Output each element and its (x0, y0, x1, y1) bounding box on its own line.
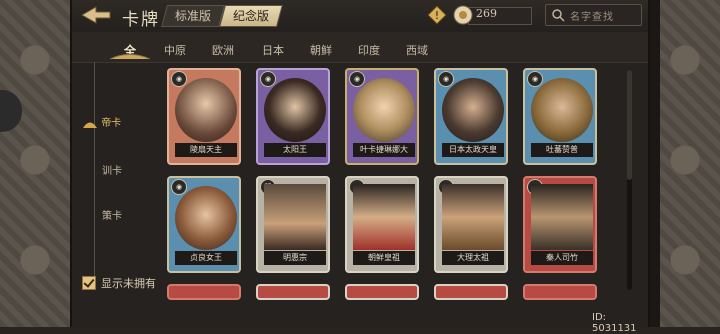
card-name: 太阳王 (264, 143, 326, 157)
card-portrait (531, 78, 593, 142)
tab-india[interactable]: 印度 (358, 42, 380, 58)
card-item[interactable]: ◉ 叶卡捷琳娜大 (345, 68, 419, 165)
coin-bag-icon (453, 5, 473, 25)
category-tabs: 全 中原 欧洲 日本 朝鲜 印度 西域 (72, 32, 648, 63)
card-grid: ◉ 陵扇天主 ◉ 太阳王 ◉ 叶卡捷琳娜大 ◉ 日本太政天皇 ◉ 吐蕃赞普 ◉ … (167, 68, 607, 327)
tab-western-regions[interactable]: 西域 (406, 42, 428, 58)
card-badge: ◉ (349, 71, 365, 87)
tab-commemorative[interactable]: 纪念版 (219, 5, 283, 27)
svg-text:!: ! (435, 9, 439, 22)
show-unowned-checkbox[interactable] (82, 276, 96, 290)
currency-display: 269 (452, 3, 532, 25)
warning-icon[interactable]: ! (427, 5, 447, 25)
show-unowned-label: 显示未拥有 (101, 277, 156, 290)
lotus-icon (83, 122, 97, 128)
card-item[interactable]: ◉ 日本太政天皇 (434, 68, 508, 165)
card-portrait (353, 184, 415, 250)
card-item[interactable]: ◉ 贞良女王 (167, 176, 241, 273)
card-item-partial[interactable] (434, 284, 508, 300)
card-portrait (264, 78, 326, 142)
sidebar-divider (94, 62, 95, 282)
card-name: 贞良女王 (175, 251, 237, 265)
card-item[interactable]: ◉ 吐蕃赞普 (523, 68, 597, 165)
card-portrait (353, 78, 415, 142)
player-id: ID: 5031131 (592, 312, 637, 334)
card-portrait (175, 186, 237, 250)
card-name: 陵扇天主 (175, 143, 237, 157)
card-name: 吐蕃赞普 (531, 143, 593, 157)
sidebar-item-emperor[interactable]: 帝卡 (82, 114, 121, 129)
sidebar-item-train[interactable]: 训卡 (102, 162, 122, 177)
card-badge: ◉ (171, 179, 187, 195)
card-badge: ◉ (438, 71, 454, 87)
card-item[interactable]: 明 明惠宗 (256, 176, 330, 273)
show-unowned-toggle[interactable]: 显示未拥有 (82, 275, 156, 291)
card-name: 大理太祖 (442, 251, 504, 265)
card-portrait (175, 78, 237, 142)
tab-japan[interactable]: 日本 (262, 42, 284, 58)
page-title: 卡牌 (122, 10, 160, 30)
sidebar-item-strategy[interactable]: 策卡 (102, 207, 122, 222)
card-item-partial[interactable] (345, 284, 419, 300)
card-name: 朝鲜皇祖 (353, 251, 415, 265)
sidebar: 帝卡 训卡 策卡 显示未拥有 (72, 62, 160, 327)
card-portrait (442, 184, 504, 250)
card-item[interactable]: ◉ 陵扇天主 (167, 68, 241, 165)
currency-value: 269 (476, 7, 497, 20)
card-portrait (442, 78, 504, 142)
card-item-partial[interactable] (523, 284, 597, 300)
search-input[interactable]: 名字查找 (545, 4, 642, 26)
card-name: 叶卡捷琳娜大 (353, 143, 415, 157)
scrollbar[interactable] (627, 70, 632, 290)
card-name: 日本太政天皇 (442, 143, 504, 157)
tab-standard[interactable]: 标准版 (161, 5, 225, 27)
back-arrow-icon[interactable] (80, 5, 112, 25)
tab-europe[interactable]: 欧洲 (212, 42, 234, 58)
scrollbar-thumb[interactable] (627, 70, 632, 180)
card-badge: ◉ (527, 71, 543, 87)
card-name: 明惠宗 (264, 251, 326, 265)
card-portrait (531, 184, 593, 250)
card-item[interactable]: ◉ 太阳王 (256, 68, 330, 165)
right-decoration (650, 0, 720, 327)
version-tabs: 标准版 纪念版 (161, 5, 283, 27)
card-item[interactable]: ◉ 大理太祖 (434, 176, 508, 273)
card-badge: ◉ (260, 71, 276, 87)
card-portrait (264, 184, 326, 250)
card-name: 秦人司竹 (531, 251, 593, 265)
card-collection-panel: 卡牌 标准版 纪念版 ! 269 名字查找 全 中原 欧洲 日本 朝鲜 印度 西… (70, 0, 650, 334)
search-placeholder: 名字查找 (570, 12, 614, 23)
header: 卡牌 标准版 纪念版 ! 269 名字查找 (72, 0, 648, 33)
search-icon (552, 9, 565, 22)
card-item[interactable]: ◉ 朝鲜皇祖 (345, 176, 419, 273)
card-item-partial[interactable] (256, 284, 330, 300)
card-item[interactable]: ◉ 秦人司竹 (523, 176, 597, 273)
tab-zhongyuan[interactable]: 中原 (164, 42, 186, 58)
active-tab-ornament (110, 54, 150, 60)
card-item-partial[interactable] (167, 284, 241, 300)
right-divider (650, 0, 660, 327)
tab-korea[interactable]: 朝鲜 (310, 42, 332, 58)
left-decoration (0, 0, 70, 327)
card-badge: ◉ (171, 71, 187, 87)
